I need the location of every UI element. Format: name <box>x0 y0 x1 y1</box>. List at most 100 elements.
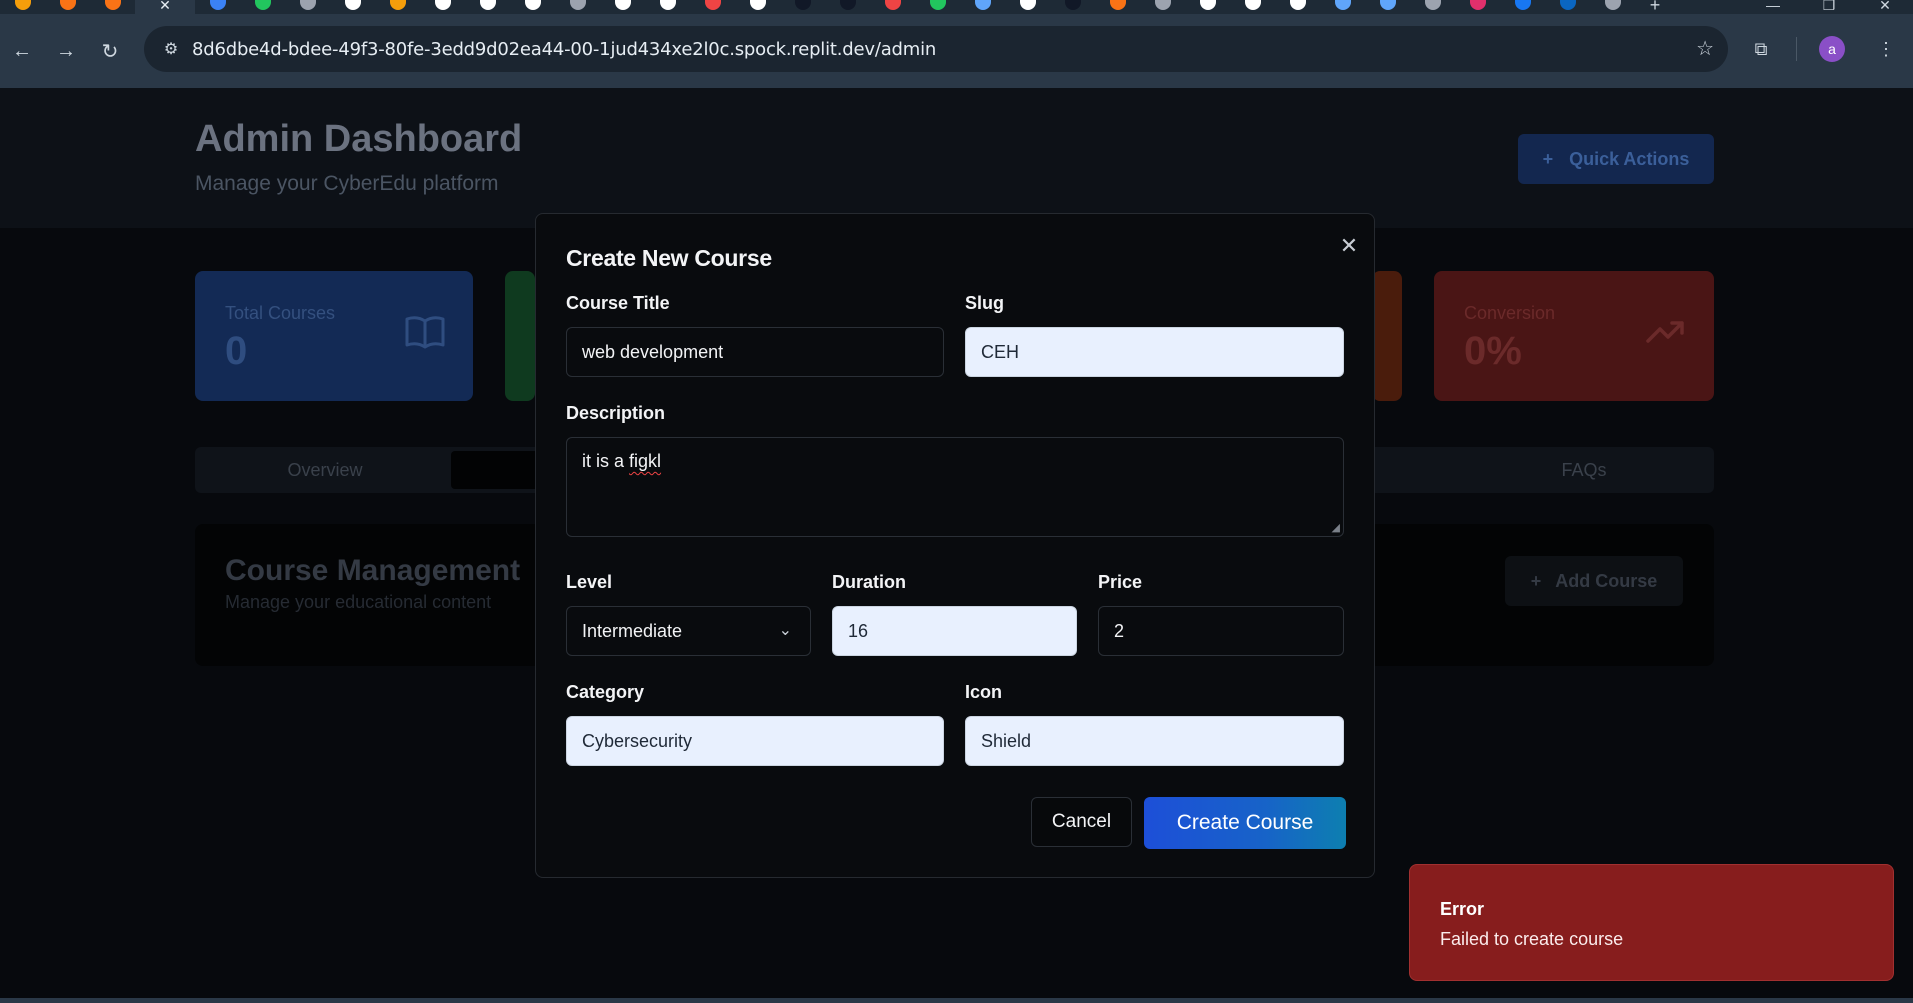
address-bar[interactable]: ⚙ 8d6dbe4d-bdee-49f3-80fe-3edd9d02ea44-0… <box>144 26 1728 72</box>
tab-list: ✕ <box>0 0 1635 14</box>
tab-favicon-icon[interactable] <box>420 0 465 14</box>
tab-favicon-icon[interactable] <box>735 0 780 14</box>
level-label: Level <box>566 572 613 592</box>
tab-favicon-icon[interactable] <box>465 0 510 14</box>
duration-input[interactable]: 16 <box>832 606 1077 656</box>
reload-icon[interactable]: ↻ <box>88 29 132 73</box>
tab-favicon-icon[interactable] <box>915 0 960 14</box>
tab-favicon-icon[interactable] <box>960 0 1005 14</box>
forward-icon[interactable]: → <box>44 29 88 73</box>
description-text: it is a <box>582 451 630 471</box>
profile-avatar[interactable]: a <box>1819 36 1845 62</box>
tab-favicon-icon[interactable] <box>1050 0 1095 14</box>
tab-favicon-icon[interactable] <box>1500 0 1545 14</box>
tab-faqs[interactable]: FAQs <box>1454 447 1714 493</box>
tab-favicon-icon[interactable] <box>600 0 645 14</box>
quick-actions-button[interactable]: + Quick Actions <box>1518 134 1714 184</box>
tab-favicon-icon[interactable] <box>780 0 825 14</box>
window-controls: — ❐ ✕ <box>1745 0 1913 14</box>
site-info-icon[interactable]: ⚙ <box>150 39 192 59</box>
tab-favicon-icon[interactable] <box>240 0 285 14</box>
tab-favicon-icon[interactable] <box>555 0 600 14</box>
page-subtitle: Manage your CyberEdu platform <box>195 172 499 195</box>
icon-input[interactable]: Shield <box>965 716 1344 766</box>
quick-actions-label: Quick Actions <box>1569 148 1690 169</box>
tab-favicon-icon[interactable] <box>1365 0 1410 14</box>
tab-active-courses[interactable] <box>451 451 541 489</box>
resize-handle-icon[interactable]: ◢ <box>1332 521 1340 534</box>
minimize-icon[interactable]: — <box>1745 0 1801 14</box>
tab-overview[interactable]: Overview <box>195 447 455 493</box>
level-select[interactable]: Intermediate ⌄ <box>566 606 811 656</box>
tab-favicon-icon[interactable] <box>1185 0 1230 14</box>
tab-favicon-icon[interactable] <box>1275 0 1320 14</box>
restore-icon[interactable]: ❐ <box>1801 0 1857 14</box>
new-tab-button[interactable]: + <box>1635 0 1675 14</box>
tab-favicon-icon[interactable] <box>1410 0 1455 14</box>
dialog-title: Create New Course <box>566 245 772 271</box>
tab-favicon-icon[interactable] <box>645 0 690 14</box>
tab-favicon-icon[interactable] <box>0 0 45 14</box>
tab-favicon-icon[interactable] <box>195 0 240 14</box>
tab-favicon-icon[interactable] <box>825 0 870 14</box>
close-icon[interactable]: ✕ <box>1335 232 1363 260</box>
create-course-dialog: Create New Course ✕ Course Title web dev… <box>535 213 1375 878</box>
course-title-label: Course Title <box>566 293 670 313</box>
stat-card-partial-green <box>505 271 535 401</box>
bookmark-star-icon[interactable]: ☆ <box>1696 36 1714 61</box>
slug-input[interactable]: CEH <box>965 327 1344 377</box>
cast-search-icon[interactable]: ⧉ <box>1734 39 1788 60</box>
tab-favicon-icon[interactable] <box>90 0 135 14</box>
tab-favicon-icon[interactable] <box>1140 0 1185 14</box>
stat-value: 0 <box>225 329 248 373</box>
stat-card-conversion: Conversion 0% <box>1434 271 1714 401</box>
tab-favicon-icon[interactable] <box>285 0 330 14</box>
plus-icon: + <box>1530 570 1542 591</box>
duration-label: Duration <box>832 572 906 592</box>
category-label: Category <box>566 682 645 702</box>
toast-message: Failed to create course <box>1440 929 1624 949</box>
toast-title: Error <box>1440 899 1485 919</box>
add-course-button[interactable]: + Add Course <box>1505 556 1683 606</box>
active-tab-close-icon[interactable]: ✕ <box>135 0 195 14</box>
price-label: Price <box>1098 572 1143 592</box>
url-text[interactable]: 8d6dbe4d-bdee-49f3-80fe-3edd9d02ea44-00-… <box>192 39 936 60</box>
page-title: Admin Dashboard <box>195 118 523 160</box>
level-selected-value: Intermediate <box>582 620 683 641</box>
close-window-icon[interactable]: ✕ <box>1857 0 1913 14</box>
description-textarea[interactable]: it is a figkl ◢ <box>566 437 1344 537</box>
tab-favicon-icon[interactable] <box>510 0 555 14</box>
tab-favicon-icon[interactable] <box>1455 0 1500 14</box>
stat-label: Conversion <box>1464 303 1556 323</box>
tab-favicon-icon[interactable] <box>330 0 375 14</box>
tab-favicon-icon[interactable] <box>1005 0 1050 14</box>
section-subtitle: Manage your educational content <box>225 592 492 612</box>
cancel-button[interactable]: Cancel <box>1031 797 1132 847</box>
back-icon[interactable]: ← <box>0 29 44 73</box>
category-input[interactable]: Cybersecurity <box>566 716 944 766</box>
stat-label: Total Courses <box>225 303 336 323</box>
tab-favicon-icon[interactable] <box>1095 0 1140 14</box>
create-course-button[interactable]: Create Course <box>1144 797 1346 849</box>
trending-up-icon <box>1646 315 1686 354</box>
tab-favicon-icon[interactable] <box>1545 0 1590 14</box>
tab-favicon-icon[interactable] <box>45 0 90 14</box>
tab-favicon-icon[interactable] <box>375 0 420 14</box>
stat-card-partial-orange <box>1372 271 1402 401</box>
tab-favicon-icon[interactable] <box>690 0 735 14</box>
error-toast: Error Failed to create course <box>1409 864 1894 981</box>
icon-label: Icon <box>965 682 1003 702</box>
menu-kebab-icon[interactable]: ⋮ <box>1859 39 1913 60</box>
tab-favicon-icon[interactable] <box>1230 0 1275 14</box>
toolbar-right: ⧉ a ⋮ <box>1734 26 1913 72</box>
tab-favicon-icon[interactable] <box>1590 0 1635 14</box>
price-input[interactable]: 2 <box>1098 606 1344 656</box>
toolbar-divider <box>1796 37 1797 61</box>
section-title: Course Management <box>225 554 521 587</box>
tab-favicon-icon[interactable] <box>1320 0 1365 14</box>
course-title-input[interactable]: web development <box>566 327 944 377</box>
tab-favicon-icon[interactable] <box>870 0 915 14</box>
page-header: Admin Dashboard Manage your CyberEdu pla… <box>0 88 1913 228</box>
misspelled-word: figkl <box>629 451 662 471</box>
slug-label: Slug <box>965 293 1004 313</box>
